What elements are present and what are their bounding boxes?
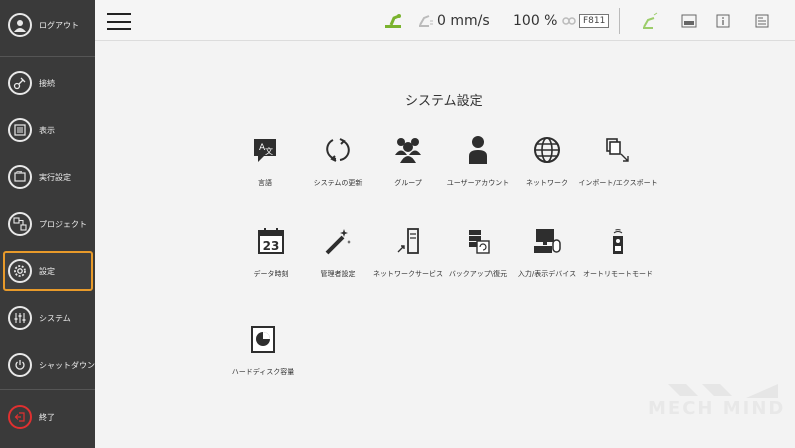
sidebar-divider — [0, 389, 95, 390]
page-title: システム設定 — [405, 94, 483, 109]
tile-label: インポート/エクスポート — [578, 179, 658, 187]
sidebar-item-label: 実行設定 — [39, 172, 71, 182]
log-icon[interactable] — [755, 0, 769, 41]
hamburger-menu-icon[interactable] — [107, 13, 131, 30]
sidebar-item-logout[interactable]: ログアウト — [3, 5, 93, 45]
sidebar-item-shutdown[interactable]: シャットダウン — [3, 345, 95, 385]
update-icon — [298, 131, 378, 169]
list-icon — [8, 118, 32, 142]
watermark: MECH MIND — [648, 398, 786, 419]
speed-percent[interactable]: 100 % — [513, 0, 557, 41]
speed-readout: 0 mm/s — [437, 12, 490, 29]
globe-icon — [507, 131, 587, 169]
group-icon — [368, 131, 448, 169]
sidebar-item-label: 設定 — [39, 266, 55, 276]
robot-connection-icon[interactable] — [641, 0, 659, 41]
tile-hard-disk-capacity[interactable]: ハードディスク容量 — [223, 320, 303, 384]
mech-mind-logo-mark — [668, 384, 778, 398]
sidebar-item-label: ログアウト — [39, 20, 79, 30]
backup-icon — [438, 222, 518, 260]
info-icon[interactable] — [716, 0, 730, 41]
link-icon — [561, 0, 577, 41]
sidebar-item-display[interactable]: 表示 — [3, 110, 93, 150]
toolbar-divider — [619, 8, 620, 34]
tile-auto-remote-mode[interactable]: オートリモートモード — [578, 222, 658, 286]
keyboard-icon[interactable] — [681, 0, 697, 41]
power-icon — [8, 353, 32, 377]
sidebar-item-label: 終了 — [39, 412, 55, 422]
sidebar-item-label: プロジェクト — [39, 219, 87, 229]
sidebar-item-label: 接続 — [39, 78, 55, 88]
calendar-day: 23 — [263, 239, 280, 253]
sidebar-item-system[interactable]: システム — [3, 298, 93, 338]
connect-icon — [8, 71, 32, 95]
project-icon — [8, 212, 32, 236]
svg-text:文: 文 — [265, 146, 273, 156]
user-icon — [8, 13, 32, 37]
folder-icon — [8, 165, 32, 189]
top-bar: 0 mm/s 100 % F811 — [95, 0, 795, 41]
sidebar-divider — [0, 56, 95, 57]
robot-status-icon[interactable] — [382, 0, 404, 41]
language-icon: A文 — [225, 131, 305, 169]
tile-import-export[interactable]: インポート/エクスポート — [578, 131, 658, 195]
tile-label: ハードディスク容量 — [231, 368, 295, 376]
sidebar-item-label: システム — [39, 313, 71, 323]
sidebar-item-run-settings[interactable]: 実行設定 — [3, 157, 93, 197]
io-device-icon — [507, 222, 587, 260]
user-account-icon — [438, 131, 518, 169]
gear-icon — [8, 259, 32, 283]
tile-label: オートリモートモード — [583, 270, 653, 278]
sidebar-item-settings[interactable]: 設定 — [3, 251, 93, 291]
exit-icon — [8, 405, 32, 429]
sidebar-item-label: 表示 — [39, 125, 55, 135]
sidebar-item-label: シャットダウン — [39, 360, 95, 370]
sidebar-item-connect[interactable]: 接続 — [3, 63, 93, 103]
admin-wand-icon — [298, 222, 378, 260]
import-export-icon — [578, 131, 658, 169]
remote-icon — [578, 222, 658, 260]
frame-code-badge[interactable]: F811 — [579, 13, 610, 28]
network-service-icon — [368, 222, 448, 260]
sidebar-item-exit[interactable]: 終了 — [3, 397, 93, 437]
sidebar-item-project[interactable]: プロジェクト — [3, 204, 93, 244]
speed-robot-icon — [418, 0, 434, 41]
disk-icon — [223, 320, 303, 358]
sidebar: ログアウト 接続 表示 実行設定 プロジェクト 設定 システム シャットダウン … — [0, 0, 95, 448]
sliders-icon — [8, 306, 32, 330]
